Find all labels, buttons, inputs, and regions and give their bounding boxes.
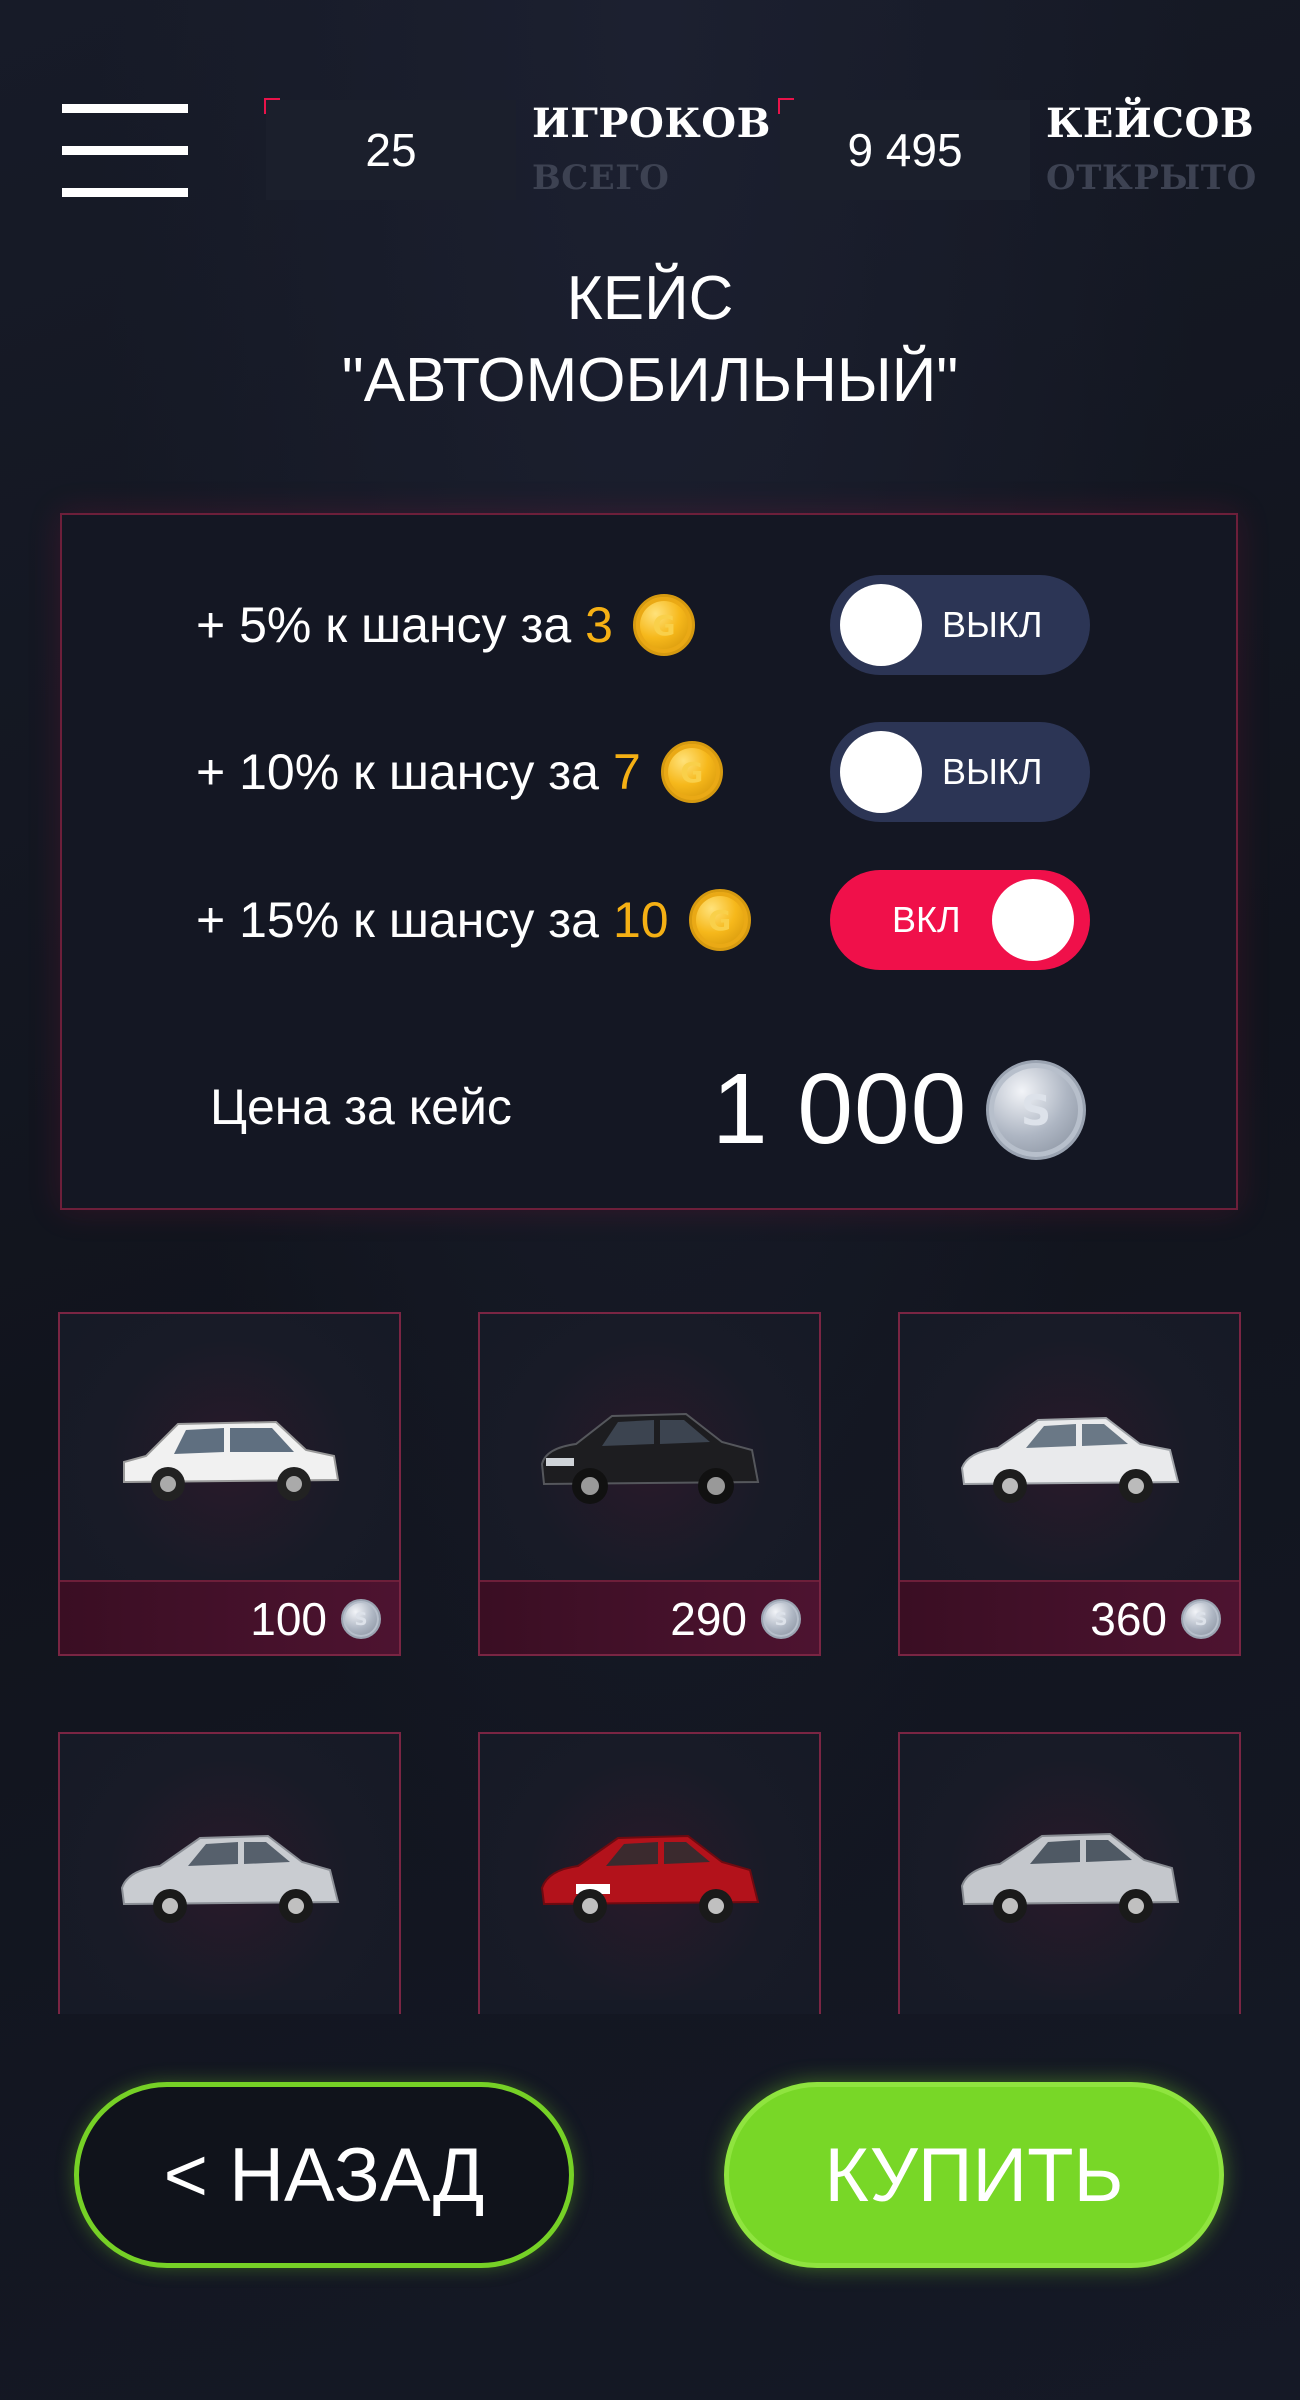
gold-coin-icon: G xyxy=(660,741,723,803)
item-card[interactable] xyxy=(898,1732,1241,2014)
case-title-line1: КЕЙС xyxy=(566,264,734,333)
item-image-area xyxy=(480,1314,819,1580)
toggle-label: ВЫКЛ xyxy=(942,604,1043,645)
case-title-line2: "АВТОМОБИЛЬНЫЙ" xyxy=(341,346,959,415)
toggle-label: ВЫКЛ xyxy=(942,751,1043,792)
gold-coin-icon: G xyxy=(632,594,695,656)
white-sedan-icon xyxy=(123,1420,340,1501)
option-cost: 7 xyxy=(612,744,641,800)
item-price-bar: 290 S xyxy=(480,1580,819,1654)
option-cost: 10 xyxy=(612,892,669,948)
players-subtitle: ВСЕГО xyxy=(532,158,670,198)
toggle-label: ВКЛ xyxy=(892,899,961,940)
option-text: + 15% к шансу за xyxy=(196,892,599,948)
silver-coin-icon: S xyxy=(1181,1599,1221,1639)
option-cost: 3 xyxy=(585,597,613,653)
players-count: 25 xyxy=(266,100,516,200)
cases-subtitle: ОТКРЫТО xyxy=(1046,158,1257,198)
option-row-3: + 15% к шансу за 10 G xyxy=(196,889,751,951)
item-image-area xyxy=(60,1314,399,1580)
item-image-area xyxy=(60,1734,399,2000)
item-price: 290 xyxy=(670,1593,747,1645)
item-price-bar: 100 S xyxy=(60,1580,399,1654)
silver-sedan-icon xyxy=(960,1832,1180,1923)
silver-coin-icon: S xyxy=(761,1599,801,1639)
cases-count: 9 495 xyxy=(780,100,1030,200)
black-sedan-icon xyxy=(540,1412,760,1504)
item-image-area xyxy=(900,1734,1239,2000)
option-text: + 5% к шансу за xyxy=(196,597,572,653)
option-1-toggle[interactable]: ВЫКЛ xyxy=(830,575,1090,675)
option-row-2: + 10% к шансу за 7 G xyxy=(196,741,723,803)
item-image-area xyxy=(480,1734,819,2000)
item-card[interactable] xyxy=(478,1732,821,2014)
white-sedan-icon xyxy=(960,1416,1180,1503)
toggle-knob xyxy=(992,879,1074,961)
buy-button[interactable]: КУПИТЬ xyxy=(724,2082,1224,2268)
back-button[interactable]: < НАЗАД xyxy=(74,2082,574,2268)
red-sedan-icon xyxy=(540,1834,760,1923)
silver-coin-icon: S xyxy=(341,1599,381,1639)
hamburger-menu-icon[interactable] xyxy=(62,104,188,197)
price-value: 1 000 xyxy=(712,1053,968,1165)
item-price-bar: 360 S xyxy=(900,1580,1239,1654)
option-3-toggle[interactable]: ВКЛ xyxy=(830,870,1090,970)
toggle-knob xyxy=(840,584,922,666)
silver-sedan-icon xyxy=(120,1834,340,1923)
item-price: 100 xyxy=(250,1593,327,1645)
cases-title: КЕЙСОВ xyxy=(1046,100,1255,147)
item-card[interactable]: 100 S xyxy=(58,1312,401,1656)
item-price: 360 xyxy=(1090,1593,1167,1645)
price-label: Цена за кейс xyxy=(210,1079,512,1135)
gold-coin-icon: G xyxy=(688,889,751,951)
toggle-knob xyxy=(840,731,922,813)
option-row-1: + 5% к шансу за 3 G xyxy=(196,594,695,656)
item-card[interactable] xyxy=(58,1732,401,2014)
silver-coin-icon: S xyxy=(986,1060,1086,1160)
item-image-area xyxy=(900,1314,1239,1580)
item-card[interactable]: 360 S xyxy=(898,1312,1241,1656)
option-text: + 10% к шансу за xyxy=(196,744,599,800)
players-title: ИГРОКОВ xyxy=(532,100,771,147)
option-2-toggle[interactable]: ВЫКЛ xyxy=(830,722,1090,822)
item-card[interactable]: 290 S xyxy=(478,1312,821,1656)
